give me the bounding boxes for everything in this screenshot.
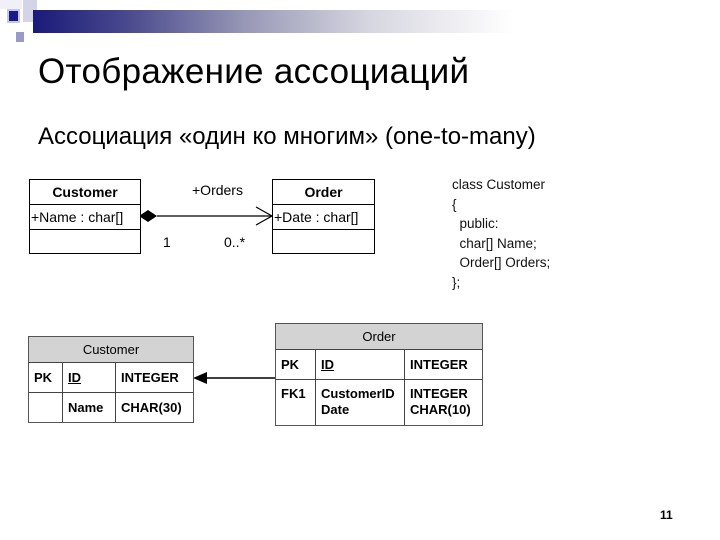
er-table-order: Order PK ID INTEGER FK1 CustomerID Date … — [275, 323, 483, 426]
uml-class-order: Order +Date : char[] — [272, 179, 375, 254]
er-type: INTEGER — [410, 386, 468, 401]
er-row: PK ID INTEGER — [276, 350, 482, 380]
page-number: 11 — [660, 508, 673, 522]
code-line: }; — [452, 274, 461, 290]
uml-class-name: Customer — [30, 180, 140, 205]
er-arrowhead-icon — [193, 372, 207, 384]
multiplicity-target: 0..* — [224, 234, 246, 250]
uml-attribute: +Date : char[] — [273, 205, 374, 230]
er-row: Name CHAR(30) — [29, 393, 193, 422]
er-column: ID — [63, 363, 116, 392]
er-type: INTEGER — [410, 357, 468, 372]
er-column: ID — [316, 350, 405, 379]
er-type: INTEGER — [121, 370, 179, 385]
code-line: class Customer — [452, 177, 546, 192]
er-key: FK1 — [276, 380, 316, 425]
uml-class-name: Order — [273, 180, 374, 205]
code-line: public: — [452, 216, 499, 231]
er-column: CustomerID — [321, 386, 395, 401]
uml-class-customer: Customer +Name : char[] — [29, 179, 141, 254]
er-type-group: INTEGER CHAR(10) — [405, 380, 482, 425]
uml-operations — [30, 230, 140, 253]
er-row: FK1 CustomerID Date INTEGER CHAR(10) — [276, 380, 482, 425]
er-key: PK — [276, 350, 316, 379]
connectors — [139, 206, 276, 384]
er-column-group: CustomerID Date — [316, 380, 405, 425]
code-line: { — [452, 196, 457, 212]
er-key — [29, 393, 63, 422]
er-type: CHAR(10) — [410, 402, 471, 417]
er-type: CHAR(30) — [121, 400, 182, 415]
er-column: Date — [321, 402, 350, 417]
er-table-name: Customer — [29, 337, 193, 363]
uml-attribute: +Name : char[] — [30, 205, 140, 230]
multiplicity-source: 1 — [163, 234, 171, 250]
er-row: PK ID INTEGER — [29, 363, 193, 393]
er-key: PK — [29, 363, 63, 392]
er-table-name: Order — [276, 324, 482, 350]
code-line: Order[] Orders; — [452, 255, 551, 270]
association-role: +Orders — [192, 182, 243, 198]
er-column: Name — [63, 393, 116, 422]
uml-operations — [273, 230, 374, 253]
composition-diamond-icon — [139, 210, 157, 222]
er-table-customer: Customer PK ID INTEGER Name CHAR(30) — [28, 336, 194, 423]
code-snippet: class Customer { public: char[] Name; Ord… — [452, 175, 550, 292]
code-line: char[] Name; — [452, 235, 537, 251]
